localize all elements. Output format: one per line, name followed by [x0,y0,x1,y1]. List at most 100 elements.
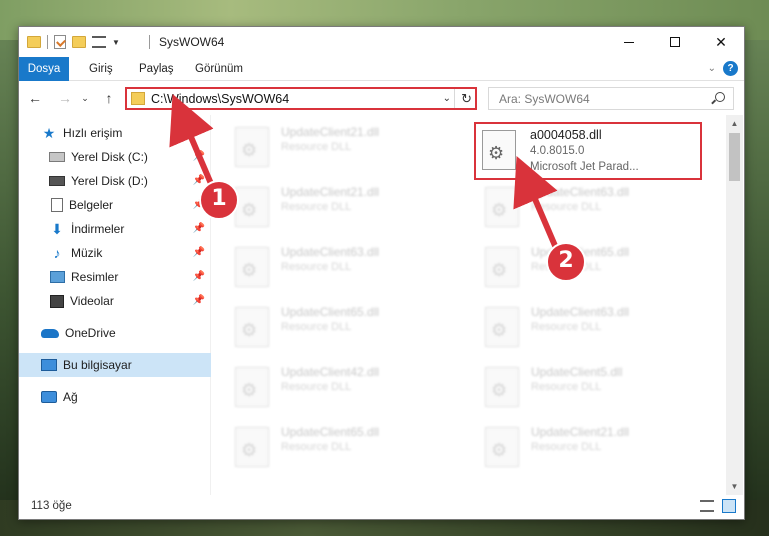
dll-file-icon [235,127,269,167]
file-name: UpdateClient21.dll [281,185,380,199]
tab-file[interactable]: Dosya [19,57,69,81]
scroll-down-icon[interactable]: ▼ [726,478,743,495]
scroll-up-icon[interactable]: ▲ [726,115,743,132]
tab-view[interactable]: Görünüm [185,57,253,81]
recent-locations-icon[interactable]: ⌄ [79,88,91,108]
customize-toolbar-caret[interactable]: ▼ [112,38,120,47]
file-version: 4.0.8015.0 [530,145,585,157]
address-divider [454,89,455,108]
pin-icon: 📌 [192,247,205,258]
sidebar-item-pictures[interactable]: Resimler 📌 [19,265,211,289]
view-icon[interactable] [92,36,106,48]
sidebar-item-documents[interactable]: Belgeler 📌 [19,193,211,217]
file-item[interactable]: UpdateClient21.dll Resource DLL [477,419,705,477]
search-box[interactable]: Ara: SysWOW64 [488,87,734,110]
dll-file-icon [485,367,519,407]
address-dropdown-icon[interactable]: ⌄ [443,90,451,108]
sidebar-item-local-disk-d[interactable]: Yerel Disk (D:) 📌 [19,169,211,193]
file-name: UpdateClient42.dll [281,365,380,379]
scroll-thumb[interactable] [729,133,740,181]
address-bar[interactable]: C:\Windows\SysWOW64 ⌄ ↻ [125,87,477,110]
tiles-view-icon[interactable] [722,499,736,513]
details-view-icon[interactable] [700,500,714,512]
file-name: UpdateClient65.dll [281,425,380,439]
up-arrow-icon[interactable]: ↑ [99,88,119,108]
refresh-icon[interactable]: ↻ [461,89,472,108]
search-icon[interactable] [715,92,725,102]
file-item[interactable]: UpdateClient65.dll Resource DLL [477,239,705,297]
dll-file-icon [485,307,519,347]
file-item[interactable]: UpdateClient21.dll Resource DLL [227,119,455,177]
expand-ribbon-icon[interactable]: ⌄ [708,63,716,74]
drive-icon [49,176,65,186]
sidebar-item-onedrive[interactable]: OneDrive [19,321,211,345]
file-name: a0004058.dll [530,128,602,142]
sidebar-item-videos[interactable]: Videolar 📌 [19,289,211,313]
file-description: Resource DLL [531,321,602,333]
step-2-label: 2 [558,248,574,273]
file-description: Microsoft Jet Parad... [530,161,639,173]
file-name: UpdateClient63.dll [531,185,630,199]
dll-file-icon [235,187,269,227]
navigation-pane: ★ Hızlı erişim Yerel Disk (C:) 📌 Yerel D… [19,115,211,495]
file-description: Resource DLL [531,201,602,213]
file-description: Resource DLL [531,381,602,393]
file-item[interactable]: UpdateClient42.dll Resource DLL [227,359,455,417]
file-description: Resource DLL [281,201,352,213]
sidebar-item-local-disk-c[interactable]: Yerel Disk (C:) 📌 [19,145,211,169]
quick-access-toolbar: ▼ [27,33,120,51]
dll-file-icon [485,187,519,227]
video-icon [50,294,64,308]
minimize-button[interactable] [606,27,652,57]
highlighted-file-item[interactable]: a0004058.dll 4.0.8015.0 Microsoft Jet Pa… [474,122,702,180]
sidebar-item-downloads[interactable]: ⬇ İndirmeler 📌 [19,217,211,241]
step-1-label: 1 [211,186,227,211]
tab-home[interactable]: Giriş [79,57,123,81]
sidebar-item-label: Yerel Disk (D:) [71,174,148,188]
window-title: SysWOW64 [159,35,225,49]
sidebar-item-music[interactable]: ♪ Müzik 📌 [19,241,211,265]
sidebar-item-this-pc[interactable]: Bu bilgisayar [19,353,211,377]
toolbar-divider [47,35,48,49]
sidebar-item-quick-access[interactable]: ★ Hızlı erişim [19,121,211,145]
minimize-icon [624,41,634,43]
maximize-button[interactable] [652,27,698,57]
forward-arrow-icon[interactable]: → [55,88,75,108]
file-item[interactable]: UpdateClient5.dll Resource DLL [477,359,705,417]
explorer-window: ▼ SysWOW64 ✕ Dosya Giriş Paylaş Görünüm … [18,26,745,520]
title-divider [149,35,150,49]
drive-icon [49,152,65,162]
title-bar: ▼ SysWOW64 ✕ [19,27,744,57]
tab-share[interactable]: Paylaş [129,57,184,81]
file-description: Resource DLL [281,261,352,273]
folder-icon[interactable] [27,36,41,48]
dll-file-icon [485,247,519,287]
file-description: Resource DLL [531,441,602,453]
vertical-scrollbar[interactable]: ▲ ▼ [726,115,743,495]
address-path[interactable]: C:\Windows\SysWOW64 [151,92,289,106]
file-item[interactable]: UpdateClient65.dll Resource DLL [227,299,455,357]
file-item[interactable]: UpdateClient65.dll Resource DLL [227,419,455,477]
sidebar-item-label: OneDrive [65,326,116,340]
file-item[interactable]: UpdateClient63.dll Resource DLL [477,299,705,357]
help-icon[interactable]: ? [723,61,738,76]
dll-file-icon [235,247,269,287]
back-arrow-icon[interactable]: ← [25,88,45,108]
file-description: Resource DLL [281,141,352,153]
sidebar-item-network[interactable]: Ağ [19,385,211,409]
properties-icon[interactable] [54,35,66,49]
search-placeholder[interactable]: Ara: SysWOW64 [499,92,590,106]
maximize-icon [670,37,680,47]
item-count: 113 öğe [31,500,72,512]
status-bar: 113 öğe [19,495,744,519]
sidebar-item-label: Müzik [71,246,103,260]
file-item[interactable]: UpdateClient21.dll Resource DLL [227,179,455,237]
close-button[interactable]: ✕ [698,27,744,57]
music-icon: ♪ [53,245,61,261]
pin-icon: 📌 [192,151,205,162]
dll-file-icon [235,427,269,467]
download-icon: ⬇ [51,221,63,237]
new-folder-icon[interactable] [72,36,86,48]
file-item[interactable]: UpdateClient63.dll Resource DLL [227,239,455,297]
file-item[interactable]: UpdateClient63.dll Resource DLL [477,179,705,237]
